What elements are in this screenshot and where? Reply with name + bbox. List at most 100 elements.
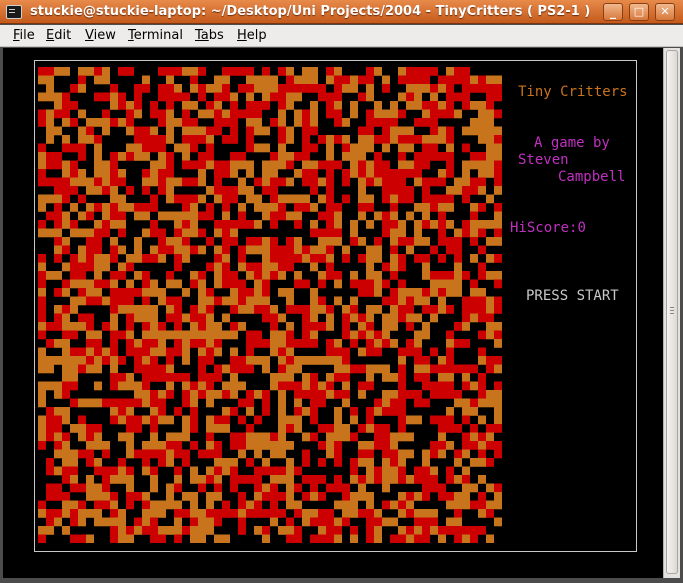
critter-cell (182, 228, 190, 238)
critter-cell (278, 245, 286, 255)
critter-cell (254, 509, 262, 518)
critter-cell (374, 407, 382, 416)
critter-cell (334, 67, 342, 76)
critter-cell (230, 322, 238, 331)
critter-cell (134, 390, 142, 399)
critter-cell (206, 432, 214, 442)
critter-cell (182, 135, 190, 144)
critter-cell (78, 509, 86, 518)
critter-cell (334, 228, 342, 238)
critter-cell (342, 364, 350, 374)
critter-cell (86, 296, 94, 306)
critter-cell (318, 534, 326, 543)
critter-cell (198, 296, 206, 306)
critter-cell (142, 75, 150, 85)
critter-cell (270, 483, 278, 493)
critter-cell (358, 424, 366, 433)
critter-cell (366, 262, 374, 272)
critter-cell (454, 526, 462, 535)
critter-cell (478, 288, 486, 297)
critter-cell (94, 492, 102, 501)
critter-cell (94, 458, 102, 467)
critter-cell (342, 118, 350, 127)
critter-cell (38, 296, 46, 306)
critter-cell (214, 245, 222, 255)
critter-cell (398, 415, 406, 425)
critter-cell (86, 475, 94, 484)
critter-cell (78, 177, 86, 187)
critter-cell (78, 313, 86, 323)
critter-cell (134, 305, 142, 314)
critter-cell (46, 177, 54, 187)
critter-cell (454, 398, 462, 408)
title-bar[interactable]: stuckie@stuckie-laptop: ~/Desktop/Uni Pr… (0, 0, 683, 24)
terminal-app-icon[interactable] (6, 5, 22, 19)
critter-cell (310, 339, 318, 348)
critter-cell (326, 169, 334, 178)
critter-cell (374, 339, 382, 348)
critter-cell (150, 364, 158, 374)
critter-cell (150, 526, 158, 535)
critter-cell (366, 220, 374, 229)
menu-view[interactable]: View (85, 28, 116, 43)
critter-cell (94, 364, 102, 374)
critter-cell (310, 373, 318, 382)
critter-cell (470, 160, 478, 170)
critter-cell (470, 534, 478, 543)
critter-cell (198, 126, 206, 136)
critter-cell (190, 126, 198, 136)
critter-cell (94, 169, 102, 178)
critter-cell (198, 279, 206, 289)
critter-cell (454, 534, 462, 543)
critter-cell (382, 194, 390, 204)
critter-cell (174, 432, 182, 442)
critter-cell (358, 143, 366, 153)
menu-file[interactable]: File (13, 28, 35, 43)
critter-cell (166, 169, 174, 178)
critter-cell (142, 466, 150, 476)
critter-cell (350, 220, 358, 229)
menu-edit[interactable]: Edit (46, 28, 71, 43)
close-button[interactable]: ✕ (655, 3, 675, 21)
critter-cell (270, 203, 278, 212)
critter-cell (190, 84, 198, 93)
minimize-button[interactable]: _ (603, 3, 623, 21)
critter-cell (102, 475, 110, 484)
critter-cell (326, 194, 334, 204)
critter-cell (486, 356, 494, 365)
critter-cell (70, 118, 78, 127)
critter-cell (182, 203, 190, 212)
critter-cell (238, 475, 246, 484)
menu-tabs[interactable]: Tabs (195, 28, 224, 43)
critter-cell (358, 203, 366, 212)
critter-cell (430, 381, 438, 391)
terminal-scrollbar[interactable] (663, 48, 680, 578)
critter-cell (166, 483, 174, 493)
critter-cell (438, 279, 446, 289)
critter-cell (414, 339, 422, 348)
menu-help[interactable]: Help (237, 28, 267, 43)
critter-cell (198, 381, 206, 391)
critter-cell (270, 220, 278, 229)
critter-cell (46, 228, 54, 238)
critter-cell (286, 458, 294, 467)
critter-cell (46, 271, 54, 280)
critter-cell (182, 211, 190, 221)
critter-cell (374, 177, 382, 187)
critter-cell (478, 203, 486, 212)
maximize-button[interactable]: □ (629, 3, 649, 21)
critter-cell (246, 441, 254, 450)
critter-cell (46, 458, 54, 467)
critter-cell (462, 186, 470, 195)
critter-cell (286, 339, 294, 348)
critter-cell (342, 373, 350, 382)
critter-cell (318, 228, 326, 238)
critter-cell (334, 534, 342, 543)
menu-terminal[interactable]: Terminal (128, 28, 183, 43)
critter-cell (246, 245, 254, 255)
critter-cell (390, 228, 398, 238)
critter-cell (246, 424, 254, 433)
scrollbar-thumb[interactable] (666, 50, 678, 574)
critter-cell (478, 84, 486, 93)
critter-cell (182, 152, 190, 161)
